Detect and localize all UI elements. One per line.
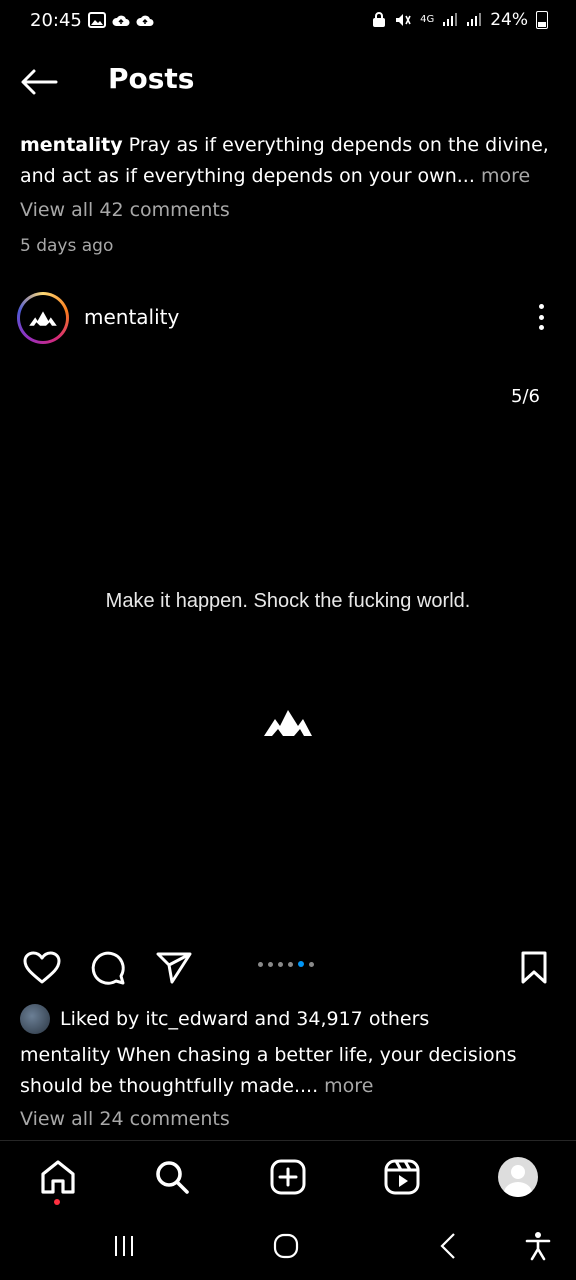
mute-icon — [396, 14, 411, 26]
recent-apps-icon — [115, 1236, 133, 1256]
post-quote-text: Make it happen. Shock the fucking world. — [105, 590, 471, 612]
bookmark-icon — [521, 951, 547, 984]
comment-button[interactable] — [88, 948, 128, 988]
comment-icon — [91, 951, 125, 985]
post-media[interactable]: 5/6 Make it happen. Shock the fucking wo… — [0, 360, 576, 930]
caption-username[interactable]: mentality — [20, 134, 123, 156]
nav-search[interactable] — [150, 1155, 194, 1199]
bottom-navigation — [0, 1141, 576, 1211]
top-header: Posts — [0, 58, 576, 106]
lock-icon — [373, 12, 386, 27]
home-circle-icon — [273, 1233, 299, 1259]
system-navigation-bar — [0, 1212, 576, 1280]
carousel-dot — [278, 961, 283, 967]
view-all-comments-link[interactable]: View all 42 comments — [20, 199, 230, 221]
more-link[interactable]: more — [324, 1075, 373, 1097]
more-vertical-icon — [538, 304, 544, 309]
carousel-dot — [309, 961, 314, 967]
gallery-icon — [88, 12, 106, 28]
accessibility-icon — [525, 1232, 551, 1261]
status-bar: 20:45 4G 24% — [0, 0, 576, 44]
home-icon — [41, 1160, 75, 1194]
liked-by-text: Liked by itc_edward and 34,917 others — [60, 1008, 430, 1030]
avatar — [20, 295, 66, 341]
story-avatar[interactable] — [17, 292, 69, 344]
send-icon — [156, 952, 192, 984]
post-actions — [0, 944, 576, 990]
caption-username[interactable]: mentality — [20, 1044, 111, 1066]
more-link[interactable]: more — [481, 165, 530, 187]
nav-profile[interactable] — [496, 1155, 540, 1199]
post-caption: mentality When chasing a better life, yo… — [20, 1040, 556, 1102]
likes-row[interactable]: Liked by itc_edward and 34,917 others — [20, 1004, 560, 1034]
status-time: 20:45 — [30, 10, 82, 31]
mentality-logo-icon — [264, 710, 312, 736]
carousel-dot — [298, 961, 304, 967]
previous-post-caption: mentality Pray as if everything depends … — [20, 130, 556, 192]
accessibility-button[interactable] — [518, 1226, 558, 1266]
post-timestamp: 5 days ago — [20, 236, 114, 256]
mentality-logo-icon — [29, 311, 57, 326]
home-system-button[interactable] — [266, 1226, 306, 1266]
carousel-dots — [258, 961, 314, 967]
carousel-dot — [268, 961, 273, 967]
back-system-button[interactable] — [428, 1226, 468, 1266]
share-button[interactable] — [154, 948, 194, 988]
post-header: mentality — [0, 290, 576, 346]
nav-home[interactable] — [36, 1155, 80, 1205]
notification-dot — [54, 1199, 60, 1205]
reels-icon — [384, 1159, 420, 1195]
profile-avatar — [498, 1157, 538, 1197]
nav-reels[interactable] — [380, 1155, 424, 1199]
back-button[interactable] — [20, 64, 64, 100]
signal-icon — [443, 13, 458, 26]
save-button[interactable] — [514, 948, 554, 988]
view-all-comments-link[interactable]: View all 24 comments — [20, 1108, 230, 1130]
carousel-dot — [258, 961, 263, 967]
more-options-button[interactable] — [526, 302, 556, 332]
liker-avatar — [20, 1004, 50, 1034]
battery-icon — [536, 11, 548, 29]
chevron-left-icon — [440, 1233, 455, 1259]
cloud-upload-icon-2 — [136, 15, 154, 26]
status-notification-icons — [88, 12, 154, 28]
battery-percent: 24% — [490, 10, 528, 30]
status-system-icons: 4G 24% — [372, 10, 548, 30]
carousel-page-indicator: 5/6 — [511, 386, 540, 407]
nav-create[interactable] — [266, 1155, 310, 1199]
post-username[interactable]: mentality — [84, 305, 179, 329]
recent-apps-button[interactable] — [104, 1226, 144, 1266]
page-title: Posts — [108, 62, 195, 95]
carousel-dot — [288, 961, 293, 967]
heart-icon — [23, 951, 61, 984]
plus-square-icon — [270, 1159, 306, 1195]
like-button[interactable] — [22, 948, 62, 988]
search-icon — [156, 1161, 189, 1194]
cloud-upload-icon — [112, 15, 130, 26]
network-type: 4G — [420, 14, 435, 25]
signal-icon-2 — [467, 13, 482, 26]
arrow-left-icon — [21, 69, 58, 95]
